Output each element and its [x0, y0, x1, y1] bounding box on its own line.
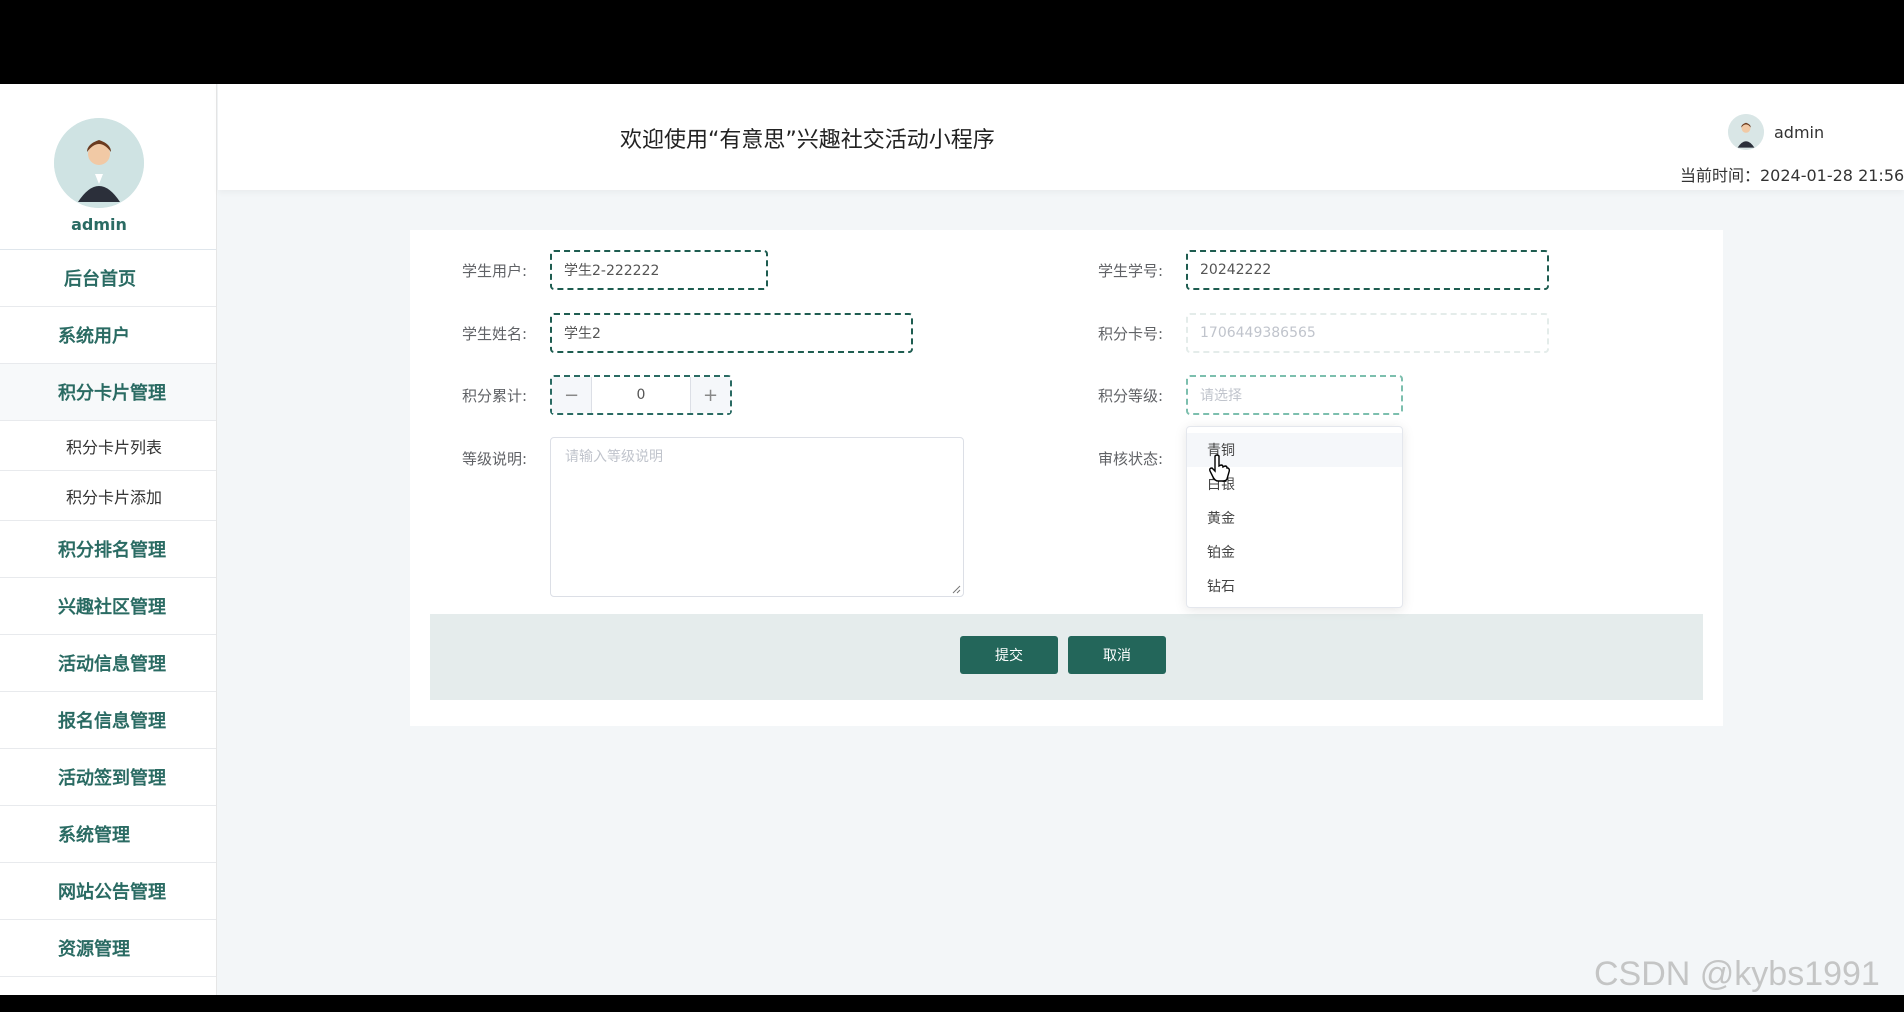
student-no-value: 20242222 [1200, 262, 1272, 278]
level-desc-label: 等级说明: [462, 450, 528, 468]
level-desc-textarea[interactable]: 请输入等级说明 [550, 437, 964, 597]
student-no-input[interactable]: 20242222 [1186, 250, 1549, 290]
menu-activity-checkin[interactable]: 活动签到管理 [0, 749, 216, 806]
review-status-label: 审核状态: [1098, 450, 1164, 468]
menu-label: 报名信息管理 [58, 711, 166, 732]
current-time: 当前时间：2024-01-28 21:56:08 [1680, 166, 1904, 185]
menu-resources[interactable]: 资源管理 [0, 920, 216, 977]
sidebar-username: admin [71, 215, 127, 234]
level-option[interactable]: 钻石 [1187, 569, 1402, 603]
menu-system-management[interactable]: 系统管理 [0, 806, 216, 863]
level-desc-placeholder: 请输入等级说明 [565, 449, 663, 465]
submenu-label: 积分卡片添加 [66, 487, 163, 507]
menu-announcement[interactable]: 网站公告管理 [0, 863, 216, 920]
increase-button[interactable]: + [690, 377, 730, 413]
card-no-label: 积分卡号: [1098, 325, 1164, 343]
menu-label: 网站公告管理 [58, 882, 166, 903]
header-username: admin [1774, 122, 1825, 142]
student-user-input[interactable]: 学生2-222222 [550, 250, 768, 290]
page-title: 欢迎使用“有意思”兴趣社交活动小程序 [620, 128, 995, 153]
level-placeholder: 请选择 [1200, 388, 1242, 404]
app-screen: admin 后台首页 系统用户 积分卡片管理 积分卡片列表 积分卡片添加 积分排… [0, 84, 1904, 995]
menu-registration-info[interactable]: 报名信息管理 [0, 692, 216, 749]
avatar[interactable] [54, 118, 144, 208]
watermark: CSDN @kybs1991 [1594, 955, 1880, 993]
menu-label: 积分排名管理 [58, 540, 166, 561]
form-card: 学生用户: 学生2-222222 学生学号: 20242222 学生姓名: 学生… [410, 230, 1723, 726]
student-user-value: 学生2-222222 [564, 263, 660, 279]
menu-interest-community[interactable]: 兴趣社区管理 [0, 578, 216, 635]
sidebar: admin 后台首页 系统用户 积分卡片管理 积分卡片列表 积分卡片添加 积分排… [0, 84, 217, 995]
student-user-label: 学生用户: [462, 262, 528, 280]
menu-label: 活动信息管理 [58, 654, 166, 675]
submit-button[interactable]: 提交 [960, 636, 1058, 674]
menu-label: 后台首页 [64, 269, 136, 290]
menu-label: 积分卡片管理 [58, 383, 166, 404]
resize-grip-icon[interactable] [951, 584, 961, 594]
student-name-input[interactable]: 学生2 [550, 313, 913, 353]
header: 欢迎使用“有意思”兴趣社交活动小程序 admin 当前时间：2024-01-28… [218, 84, 1904, 190]
student-no-label: 学生学号: [1098, 262, 1164, 280]
menu-label: 系统管理 [58, 825, 130, 846]
menu-label: 资源管理 [58, 939, 130, 960]
submenu-label: 积分卡片列表 [66, 437, 163, 457]
submenu-points-card-add[interactable]: 积分卡片添加 [0, 471, 216, 521]
points-value[interactable]: 0 [592, 377, 690, 413]
menu-activity-info[interactable]: 活动信息管理 [0, 635, 216, 692]
menu-label: 活动签到管理 [58, 768, 166, 789]
cancel-button[interactable]: 取消 [1068, 636, 1166, 674]
menu-label: 系统用户 [58, 326, 130, 347]
menu-dashboard[interactable]: 后台首页 [0, 250, 216, 307]
student-name-value: 学生2 [564, 326, 601, 342]
sidebar-profile: admin [0, 84, 216, 250]
points-label: 积分累计: [462, 387, 528, 405]
level-select[interactable]: 请选择 [1186, 375, 1403, 415]
level-option[interactable]: 黄金 [1187, 501, 1402, 535]
student-name-label: 学生姓名: [462, 325, 528, 343]
points-stepper[interactable]: − 0 + [550, 375, 732, 415]
header-user[interactable]: admin [1728, 114, 1824, 150]
menu-label: 兴趣社区管理 [58, 597, 166, 618]
hand-cursor-icon [1209, 454, 1230, 482]
level-label: 积分等级: [1098, 387, 1164, 405]
header-avatar[interactable] [1728, 114, 1764, 150]
form-actions: 提交 取消 [430, 614, 1703, 700]
submenu-points-card-list[interactable]: 积分卡片列表 [0, 421, 216, 471]
card-no-input: 1706449386565 [1186, 313, 1549, 353]
card-no-value: 1706449386565 [1200, 325, 1316, 341]
decrease-button[interactable]: − [552, 377, 592, 413]
menu-system-users[interactable]: 系统用户 [0, 307, 216, 364]
menu-points-card[interactable]: 积分卡片管理 [0, 364, 216, 421]
menu-points-ranking[interactable]: 积分排名管理 [0, 521, 216, 578]
level-option[interactable]: 铂金 [1187, 535, 1402, 569]
